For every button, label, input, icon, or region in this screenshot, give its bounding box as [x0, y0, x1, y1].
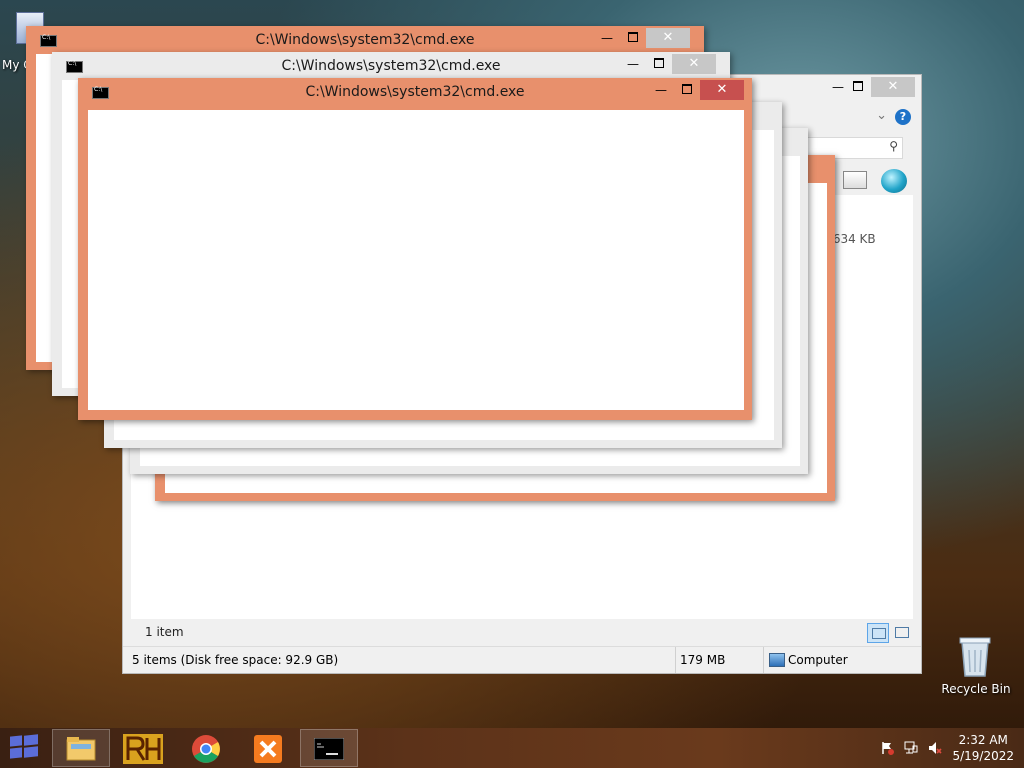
- minimize-button[interactable]: —: [648, 80, 674, 100]
- close-button[interactable]: ✕: [672, 54, 716, 74]
- taskbar-command-prompt[interactable]: [300, 729, 358, 767]
- maximize-button[interactable]: [646, 54, 672, 74]
- selection-count: 1 item: [145, 625, 184, 639]
- minimize-button[interactable]: —: [620, 54, 646, 74]
- start-button[interactable]: [10, 734, 38, 760]
- xampp-icon: [254, 735, 282, 763]
- taskbar-file-explorer[interactable]: [52, 729, 110, 767]
- explorer-maximize-button[interactable]: [845, 77, 871, 97]
- console-area[interactable]: [88, 110, 744, 410]
- system-tray: 2:32 AM 5/19/2022: [864, 728, 1024, 768]
- chrome-icon: [192, 735, 220, 763]
- folder-icon: [66, 737, 96, 761]
- close-button[interactable]: ✕: [700, 80, 744, 100]
- status-location: Computer: [788, 653, 848, 667]
- clock-date: 5/19/2022: [952, 749, 1014, 763]
- close-button[interactable]: ✕: [646, 28, 690, 48]
- taskbar-chrome[interactable]: [176, 729, 234, 767]
- email-icon[interactable]: [843, 171, 867, 189]
- explorer-close-button[interactable]: ✕: [871, 77, 915, 97]
- cmd-window-active[interactable]: C:\Windows\system32\cmd.exe — ✕: [78, 78, 752, 420]
- taskbar: 2:32 AM 5/19/2022: [0, 728, 1024, 768]
- search-icon: ⚲: [889, 139, 898, 153]
- file-size-value: ,634 KB: [829, 232, 876, 246]
- computer-icon: [769, 653, 785, 667]
- recycle-bin-icon: [959, 637, 991, 677]
- maximize-button[interactable]: [674, 80, 700, 100]
- terminal-icon: [314, 738, 344, 760]
- volume-muted-icon[interactable]: [928, 741, 942, 755]
- large-icons-view-button[interactable]: [891, 623, 911, 641]
- rh-app-icon: [123, 734, 163, 764]
- taskbar-clock[interactable]: 2:32 AM 5/19/2022: [952, 732, 1014, 764]
- ribbon-expand-chevron-icon[interactable]: ⌄: [876, 108, 887, 123]
- action-center-flag-icon[interactable]: [880, 741, 894, 755]
- minimize-button[interactable]: —: [594, 28, 620, 48]
- status-size: 179 MB: [680, 653, 726, 667]
- help-icon[interactable]: ?: [895, 109, 911, 125]
- maximize-button[interactable]: [620, 28, 646, 48]
- details-view-button[interactable]: [867, 623, 889, 643]
- globe-icon[interactable]: [881, 169, 907, 193]
- desktop-icon-recycle-bin[interactable]: Recycle Bin: [936, 630, 1016, 700]
- network-icon[interactable]: [904, 741, 918, 755]
- recycle-bin-label: Recycle Bin: [941, 682, 1011, 696]
- clock-time: 2:32 AM: [958, 733, 1008, 747]
- status-summary: 5 items (Disk free space: 92.9 GB): [132, 653, 339, 667]
- status-bar: 5 items (Disk free space: 92.9 GB) 179 M…: [123, 646, 921, 673]
- taskbar-rh-app[interactable]: [112, 729, 170, 767]
- taskbar-xampp[interactable]: [238, 729, 296, 767]
